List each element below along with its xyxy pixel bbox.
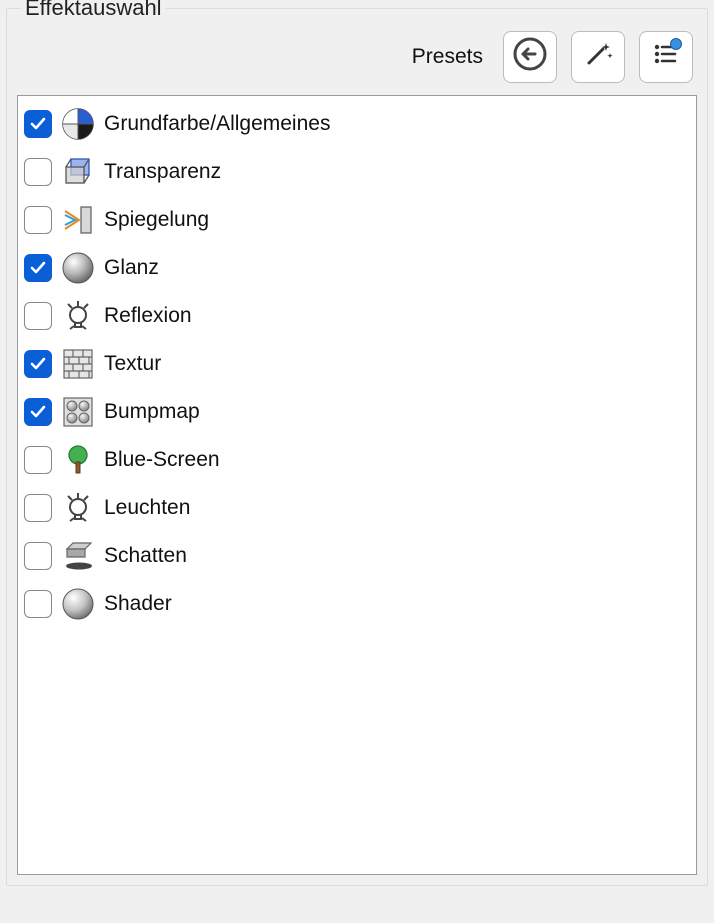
effect-item-grundfarbe[interactable]: Grundfarbe/Allgemeines: [18, 100, 696, 148]
sphere-gloss-icon: [60, 250, 96, 286]
effect-item-transparenz[interactable]: Transparenz: [18, 148, 696, 196]
effect-checkbox-grundfarbe[interactable]: [24, 110, 52, 138]
effect-item-shader[interactable]: Shader: [18, 580, 696, 628]
preset-list-button[interactable]: [639, 31, 693, 83]
effects-list: Grundfarbe/Allgemeines Transparenz Spieg…: [17, 95, 697, 875]
effect-checkbox-schatten[interactable]: [24, 542, 52, 570]
lightbulb-icon: [60, 490, 96, 526]
effect-item-reflexion[interactable]: Reflexion: [18, 292, 696, 340]
four-dots-icon: [60, 394, 96, 430]
effect-label-reflexion: Reflexion: [104, 304, 192, 328]
effect-item-bluescreen[interactable]: Blue-Screen: [18, 436, 696, 484]
effect-checkbox-glanz[interactable]: [24, 254, 52, 282]
effect-label-shader: Shader: [104, 592, 172, 616]
shadow-icon: [60, 538, 96, 574]
effect-checkbox-spiegelung[interactable]: [24, 206, 52, 234]
cube-transparent-icon: [60, 154, 96, 190]
effect-label-schatten: Schatten: [104, 544, 187, 568]
effect-checkbox-bluescreen[interactable]: [24, 446, 52, 474]
panel-title: Effektauswahl: [21, 0, 166, 21]
effect-label-bluescreen: Blue-Screen: [104, 448, 220, 472]
effect-label-grundfarbe: Grundfarbe/Allgemeines: [104, 112, 330, 136]
wand-icon: [581, 37, 615, 77]
effect-checkbox-reflexion[interactable]: [24, 302, 52, 330]
effect-checkbox-bumpmap[interactable]: [24, 398, 52, 426]
effect-label-glanz: Glanz: [104, 256, 159, 280]
presets-label: Presets: [412, 45, 483, 69]
list-icon: [649, 37, 683, 77]
lightbulb-icon: [60, 298, 96, 334]
pie-color-icon: [60, 106, 96, 142]
mirror-icon: [60, 202, 96, 238]
effect-item-leuchten[interactable]: Leuchten: [18, 484, 696, 532]
effect-item-schatten[interactable]: Schatten: [18, 532, 696, 580]
effect-label-spiegelung: Spiegelung: [104, 208, 209, 232]
effect-checkbox-leuchten[interactable]: [24, 494, 52, 522]
effect-checkbox-shader[interactable]: [24, 590, 52, 618]
effect-checkbox-transparenz[interactable]: [24, 158, 52, 186]
preset-back-button[interactable]: [503, 31, 557, 83]
effect-item-bumpmap[interactable]: Bumpmap: [18, 388, 696, 436]
effect-checkbox-textur[interactable]: [24, 350, 52, 378]
presets-toolbar: Presets: [17, 23, 697, 95]
effect-label-textur: Textur: [104, 352, 161, 376]
back-icon: [513, 37, 547, 77]
effect-item-glanz[interactable]: Glanz: [18, 244, 696, 292]
sphere-plain-icon: [60, 586, 96, 622]
tree-icon: [60, 442, 96, 478]
brick-icon: [60, 346, 96, 382]
preset-wand-button[interactable]: [571, 31, 625, 83]
effect-selection-panel: Effektauswahl Presets: [6, 8, 708, 886]
effect-label-leuchten: Leuchten: [104, 496, 190, 520]
effect-item-textur[interactable]: Textur: [18, 340, 696, 388]
effect-item-spiegelung[interactable]: Spiegelung: [18, 196, 696, 244]
effect-label-bumpmap: Bumpmap: [104, 400, 200, 424]
effect-label-transparenz: Transparenz: [104, 160, 221, 184]
